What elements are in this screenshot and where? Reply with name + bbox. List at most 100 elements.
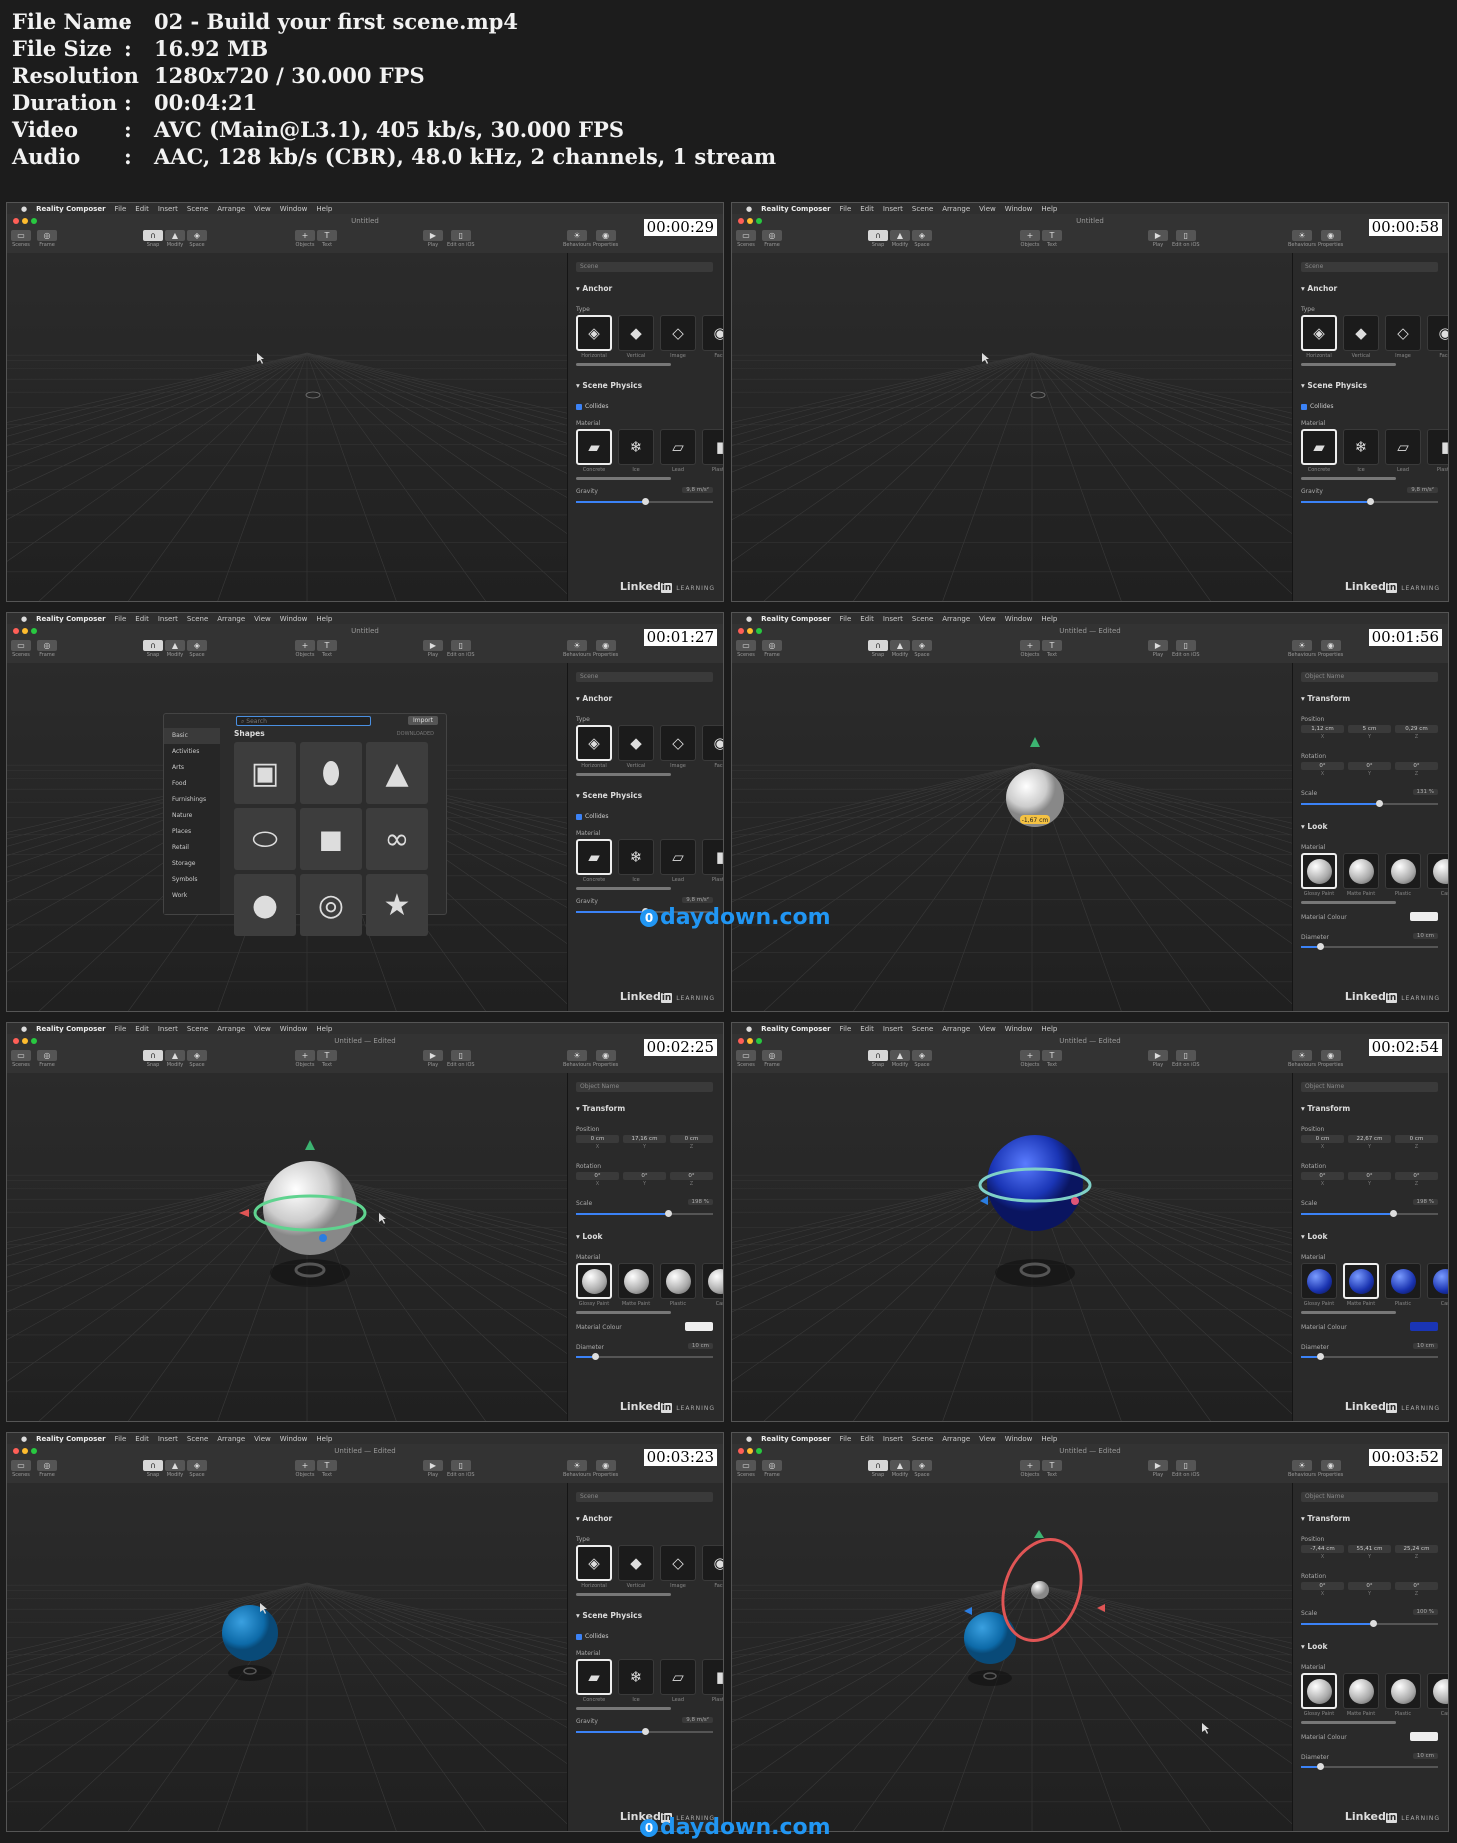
- toolbar-frame-button[interactable]: ◎ Frame: [37, 230, 57, 248]
- toolbar-play-button[interactable]: ▶ Play: [423, 1050, 443, 1068]
- menu-item[interactable]: Window: [1005, 1435, 1033, 1443]
- scale-slider[interactable]: [1301, 1620, 1438, 1627]
- gravity-slider[interactable]: [576, 498, 713, 505]
- menu-item[interactable]: Edit: [135, 1435, 149, 1443]
- library-category-item[interactable]: Work: [164, 888, 220, 904]
- menu-item[interactable]: File: [840, 615, 852, 623]
- position-z-field[interactable]: 0 cm: [1395, 1135, 1438, 1143]
- toolbar-edit_ios-button[interactable]: ▯ Edit on iOS: [447, 1460, 475, 1478]
- anchor-face-tile[interactable]: ◉: [702, 315, 723, 351]
- glossy-paint-tile[interactable]: [1301, 1263, 1337, 1299]
- toolbar-edit_ios-button[interactable]: ▯ Edit on iOS: [1172, 1050, 1200, 1068]
- rotation-z-field[interactable]: 0°: [1395, 1582, 1438, 1590]
- toolbar-space-button[interactable]: ◈ Space: [187, 640, 207, 658]
- menu-item[interactable]: View: [979, 1025, 996, 1033]
- position-z-field[interactable]: 0 cm: [670, 1135, 713, 1143]
- menu-item[interactable]: Edit: [135, 205, 149, 213]
- gravity-value[interactable]: 9,8 m/s²: [682, 897, 713, 903]
- toolbar-properties-button[interactable]: ◉ Properties: [593, 230, 618, 248]
- shape-cube-icon[interactable]: ▣: [234, 742, 296, 804]
- look-scrollbar[interactable]: [1301, 1721, 1396, 1724]
- materials-scrollbar[interactable]: [576, 477, 671, 480]
- transform-section[interactable]: ▾ Transform: [1301, 1514, 1350, 1523]
- menu-item[interactable]: Edit: [860, 205, 874, 213]
- car-paint-tile[interactable]: [1427, 1263, 1448, 1299]
- anchor-horizontal-tile[interactable]: ◈: [576, 315, 612, 351]
- apple-menu-icon[interactable]: ●: [746, 205, 752, 213]
- scene-viewport[interactable]: -1,67 cm: [732, 663, 1292, 1011]
- menu-item[interactable]: File: [115, 1025, 127, 1033]
- menu-item[interactable]: Scene: [187, 205, 208, 213]
- shape-torus-knot-icon[interactable]: ∞: [366, 808, 428, 870]
- toolbar-snap-button[interactable]: ∩ Snap: [143, 1460, 163, 1478]
- anchor-section[interactable]: ▾ Anchor: [1301, 284, 1337, 293]
- concrete-tile[interactable]: ▰: [576, 429, 612, 465]
- menu-item[interactable]: Window: [280, 615, 308, 623]
- anchor-vertical-tile[interactable]: ◆: [618, 315, 654, 351]
- object-name-field[interactable]: Object Name: [1301, 1082, 1438, 1092]
- toolbar-frame-button[interactable]: ◎ Frame: [762, 230, 782, 248]
- library-category-item[interactable]: Basic: [164, 728, 220, 744]
- toolbar-modify-button[interactable]: ▲ Modify: [165, 230, 185, 248]
- menu-item[interactable]: Insert: [158, 205, 178, 213]
- menu-item[interactable]: Help: [316, 205, 332, 213]
- rotation-z-field[interactable]: 0°: [670, 1172, 713, 1180]
- shape-sphere-icon[interactable]: ●: [234, 874, 296, 936]
- scale-slider[interactable]: [1301, 1210, 1438, 1217]
- ice-tile[interactable]: ❄: [1343, 429, 1379, 465]
- materials-scrollbar[interactable]: [1301, 477, 1396, 480]
- collides-checkbox[interactable]: Collides: [576, 813, 609, 820]
- materials-scrollbar[interactable]: [576, 887, 671, 890]
- scale-slider-knob[interactable]: [1376, 800, 1384, 807]
- menu-item[interactable]: View: [979, 205, 996, 213]
- toolbar-frame-button[interactable]: ◎ Frame: [762, 640, 782, 658]
- anchor-section[interactable]: ▾ Anchor: [576, 284, 612, 293]
- menu-item[interactable]: Scene: [912, 1025, 933, 1033]
- toolbar-properties-button[interactable]: ◉ Properties: [593, 640, 618, 658]
- tiles-scrollbar[interactable]: [576, 773, 671, 776]
- diameter-slider[interactable]: [1301, 1353, 1438, 1360]
- menu-item[interactable]: View: [979, 1435, 996, 1443]
- scene-viewport[interactable]: ⌕ Search Import Basic Activities Arts Food F…: [7, 663, 567, 1011]
- material-colour-swatch[interactable]: [685, 1322, 713, 1331]
- menu-item[interactable]: Reality Composer: [36, 205, 105, 213]
- anchor-vertical-tile[interactable]: ◆: [1343, 315, 1379, 351]
- menu-item[interactable]: Edit: [135, 615, 149, 623]
- scene-viewport[interactable]: [732, 253, 1292, 601]
- library-category-item[interactable]: Places: [164, 824, 220, 840]
- toolbar-behaviours-button[interactable]: ☀ Behaviours: [563, 1050, 591, 1068]
- menu-item[interactable]: Arrange: [942, 1025, 970, 1033]
- menu-item[interactable]: Scene: [912, 205, 933, 213]
- menu-item[interactable]: View: [254, 205, 271, 213]
- library-category-item[interactable]: Retail: [164, 840, 220, 856]
- car-paint-tile[interactable]: [1427, 853, 1448, 889]
- object-name-field[interactable]: Object Name: [1301, 672, 1438, 682]
- shape-capsule-icon[interactable]: ⬮: [300, 742, 362, 804]
- lead-tile[interactable]: ▱: [660, 429, 696, 465]
- menu-item[interactable]: Edit: [135, 1025, 149, 1033]
- menu-item[interactable]: Help: [1041, 615, 1057, 623]
- diameter-slider[interactable]: [576, 1353, 713, 1360]
- shape-box-icon[interactable]: ◼: [300, 808, 362, 870]
- toolbar-edit_ios-button[interactable]: ▯ Edit on iOS: [1172, 1460, 1200, 1478]
- scene-physics-section[interactable]: ▾ Scene Physics: [576, 381, 642, 390]
- diameter-slider-knob[interactable]: [1317, 1763, 1325, 1770]
- plastic-tile[interactable]: [1385, 1263, 1421, 1299]
- anchor-image-tile[interactable]: ◇: [660, 725, 696, 761]
- scene-physics-section[interactable]: ▾ Scene Physics: [576, 791, 642, 800]
- gravity-value[interactable]: 9,8 m/s²: [682, 487, 713, 493]
- toolbar-properties-button[interactable]: ◉ Properties: [593, 1050, 618, 1068]
- diameter-slider-knob[interactable]: [1317, 943, 1325, 950]
- scale-value[interactable]: 198 %: [687, 1199, 713, 1205]
- menu-item[interactable]: Edit: [860, 1435, 874, 1443]
- scene-physics-section[interactable]: ▾ Scene Physics: [1301, 381, 1367, 390]
- car-paint-tile[interactable]: [1427, 1673, 1448, 1709]
- toolbar-frame-button[interactable]: ◎ Frame: [37, 1050, 57, 1068]
- look-section[interactable]: ▾ Look: [1301, 1232, 1327, 1241]
- toolbar-properties-button[interactable]: ◉ Properties: [1318, 230, 1343, 248]
- menu-item[interactable]: Reality Composer: [36, 1435, 105, 1443]
- shape-spiral-icon[interactable]: ◎: [300, 874, 362, 936]
- menu-item[interactable]: Insert: [883, 205, 903, 213]
- toolbar-scenes-button[interactable]: ▭ Scenes: [11, 640, 31, 658]
- anchor-section[interactable]: ▾ Anchor: [576, 694, 612, 703]
